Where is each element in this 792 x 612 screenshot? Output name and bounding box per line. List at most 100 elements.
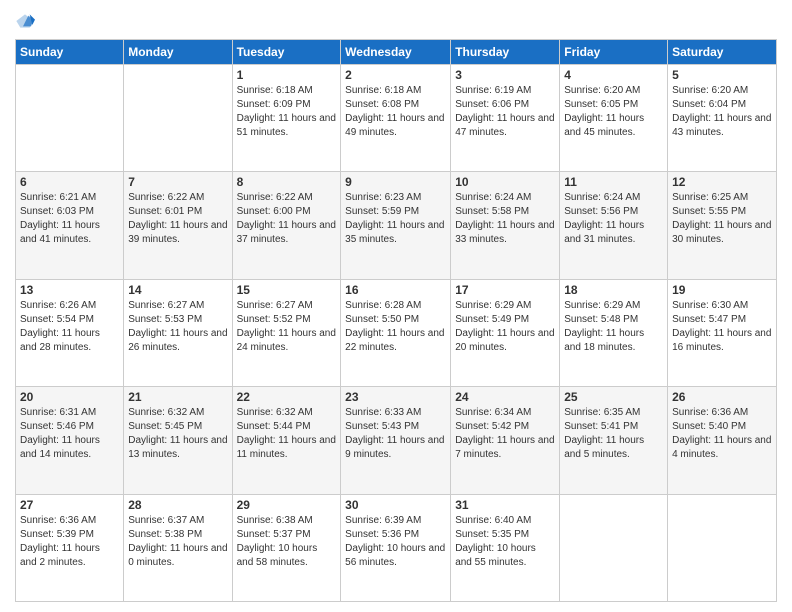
day-number: 21 [128,390,227,404]
col-header-wednesday: Wednesday [341,40,451,65]
calendar-cell [560,494,668,601]
calendar-cell: 18Sunrise: 6:29 AM Sunset: 5:48 PM Dayli… [560,279,668,386]
day-info: Sunrise: 6:27 AM Sunset: 5:53 PM Dayligh… [128,299,227,355]
day-number: 27 [20,498,119,512]
calendar-cell: 23 Sunrise: 6:33 AM Sunset: 5:43 PM Dayli… [341,387,451,494]
day-info: Sunrise: 6:24 AM Sunset: 5:58 PM Dayligh… [455,191,555,247]
calendar-cell: 15 Sunrise: 6:27 AM Sunset: 5:52 PM Dayli… [232,279,341,386]
col-header-tuesday: Tuesday [232,40,341,65]
calendar-cell: 12 Sunrise: 6:25 AM Sunset: 5:55 PM Dayli… [668,172,777,279]
day-info: Sunrise: 6:40 AM Sunset: 5:35 PM Dayligh… [455,514,555,570]
day-info: Sunrise: 6:22 AM Sunset: 6:01 PM Dayligh… [128,191,227,247]
calendar-cell: 3 Sunrise: 6:19 AM Sunset: 6:06 PM Daylig… [451,65,560,172]
day-info: Sunrise: 6:38 AM Sunset: 5:37 PM Dayligh… [237,514,337,570]
calendar-cell [124,65,232,172]
day-info: Sunrise: 6:22 AM Sunset: 6:00 PM Dayligh… [237,191,337,247]
calendar-cell: 7 Sunrise: 6:22 AM Sunset: 6:01 PM Daylig… [124,172,232,279]
day-number: 19 [672,283,772,297]
day-info: Sunrise: 6:29 AM Sunset: 5:48 PM Dayligh… [564,299,663,355]
calendar-cell: 28 Sunrise: 6:37 AM Sunset: 5:38 PM Dayli… [124,494,232,601]
calendar-cell: 22 Sunrise: 6:32 AM Sunset: 5:44 PM Dayli… [232,387,341,494]
day-number: 25 [564,390,663,404]
calendar-cell: 11 Sunrise: 6:24 AM Sunset: 5:56 PM Dayli… [560,172,668,279]
calendar-cell: 24 Sunrise: 6:34 AM Sunset: 5:42 PM Dayli… [451,387,560,494]
calendar-cell: 14 Sunrise: 6:27 AM Sunset: 5:53 PM Dayli… [124,279,232,386]
logo-icon [15,11,35,31]
day-info: Sunrise: 6:39 AM Sunset: 5:36 PM Dayligh… [345,514,446,570]
day-number: 30 [345,498,446,512]
day-number: 6 [20,175,119,189]
calendar-cell: 29 Sunrise: 6:38 AM Sunset: 5:37 PM Dayli… [232,494,341,601]
day-number: 2 [345,68,446,82]
calendar-cell: 8 Sunrise: 6:22 AM Sunset: 6:00 PM Daylig… [232,172,341,279]
day-number: 8 [237,175,337,189]
day-info: Sunrise: 6:32 AM Sunset: 5:44 PM Dayligh… [237,406,337,462]
day-info: Sunrise: 6:20 AM Sunset: 6:04 PM Dayligh… [672,84,772,140]
day-info: Sunrise: 6:36 AM Sunset: 5:39 PM Dayligh… [20,514,119,570]
calendar-cell [16,65,124,172]
day-number: 17 [455,283,555,297]
day-info: Sunrise: 6:18 AM Sunset: 6:09 PM Dayligh… [237,84,337,140]
day-info: Sunrise: 6:33 AM Sunset: 5:43 PM Dayligh… [345,406,446,462]
calendar-cell: 30 Sunrise: 6:39 AM Sunset: 5:36 PM Dayli… [341,494,451,601]
day-number: 29 [237,498,337,512]
calendar-table: SundayMondayTuesdayWednesdayThursdayFrid… [15,39,777,602]
calendar-cell: 10 Sunrise: 6:24 AM Sunset: 5:58 PM Dayli… [451,172,560,279]
calendar-cell [668,494,777,601]
day-info: Sunrise: 6:31 AM Sunset: 5:46 PM Dayligh… [20,406,119,462]
day-number: 10 [455,175,555,189]
day-info: Sunrise: 6:27 AM Sunset: 5:52 PM Dayligh… [237,299,337,355]
day-number: 9 [345,175,446,189]
day-info: Sunrise: 6:18 AM Sunset: 6:08 PM Dayligh… [345,84,446,140]
calendar-cell: 2 Sunrise: 6:18 AM Sunset: 6:08 PM Daylig… [341,65,451,172]
day-number: 5 [672,68,772,82]
day-info: Sunrise: 6:34 AM Sunset: 5:42 PM Dayligh… [455,406,555,462]
day-number: 12 [672,175,772,189]
calendar-cell: 21 Sunrise: 6:32 AM Sunset: 5:45 PM Dayli… [124,387,232,494]
day-number: 23 [345,390,446,404]
day-number: 1 [237,68,337,82]
calendar-cell: 4 Sunrise: 6:20 AM Sunset: 6:05 PM Daylig… [560,65,668,172]
calendar-cell: 1 Sunrise: 6:18 AM Sunset: 6:09 PM Daylig… [232,65,341,172]
day-number: 7 [128,175,227,189]
calendar-cell: 5 Sunrise: 6:20 AM Sunset: 6:04 PM Daylig… [668,65,777,172]
day-info: Sunrise: 6:20 AM Sunset: 6:05 PM Dayligh… [564,84,663,140]
calendar-cell: 19Sunrise: 6:30 AM Sunset: 5:47 PM Dayli… [668,279,777,386]
day-info: Sunrise: 6:19 AM Sunset: 6:06 PM Dayligh… [455,84,555,140]
day-info: Sunrise: 6:25 AM Sunset: 5:55 PM Dayligh… [672,191,772,247]
calendar-cell: 9 Sunrise: 6:23 AM Sunset: 5:59 PM Daylig… [341,172,451,279]
day-number: 24 [455,390,555,404]
day-number: 31 [455,498,555,512]
day-number: 3 [455,68,555,82]
day-info: Sunrise: 6:35 AM Sunset: 5:41 PM Dayligh… [564,406,663,462]
day-number: 22 [237,390,337,404]
day-number: 15 [237,283,337,297]
day-info: Sunrise: 6:21 AM Sunset: 6:03 PM Dayligh… [20,191,119,247]
day-number: 4 [564,68,663,82]
logo [15,10,37,31]
day-number: 26 [672,390,772,404]
calendar-cell: 13 Sunrise: 6:26 AM Sunset: 5:54 PM Dayli… [16,279,124,386]
col-header-thursday: Thursday [451,40,560,65]
calendar-cell: 31 Sunrise: 6:40 AM Sunset: 5:35 PM Dayli… [451,494,560,601]
calendar-cell: 27 Sunrise: 6:36 AM Sunset: 5:39 PM Dayli… [16,494,124,601]
day-number: 13 [20,283,119,297]
calendar-cell: 20Sunrise: 6:31 AM Sunset: 5:46 PM Dayli… [16,387,124,494]
calendar-cell: 16Sunrise: 6:28 AM Sunset: 5:50 PM Dayli… [341,279,451,386]
day-info: Sunrise: 6:28 AM Sunset: 5:50 PM Dayligh… [345,299,446,355]
col-header-monday: Monday [124,40,232,65]
calendar-cell: 25 Sunrise: 6:35 AM Sunset: 5:41 PM Dayli… [560,387,668,494]
day-number: 28 [128,498,227,512]
day-info: Sunrise: 6:29 AM Sunset: 5:49 PM Dayligh… [455,299,555,355]
day-info: Sunrise: 6:24 AM Sunset: 5:56 PM Dayligh… [564,191,663,247]
day-info: Sunrise: 6:23 AM Sunset: 5:59 PM Dayligh… [345,191,446,247]
day-info: Sunrise: 6:37 AM Sunset: 5:38 PM Dayligh… [128,514,227,570]
day-info: Sunrise: 6:32 AM Sunset: 5:45 PM Dayligh… [128,406,227,462]
col-header-saturday: Saturday [668,40,777,65]
calendar-cell: 17 Sunrise: 6:29 AM Sunset: 5:49 PM Dayli… [451,279,560,386]
col-header-sunday: Sunday [16,40,124,65]
day-info: Sunrise: 6:26 AM Sunset: 5:54 PM Dayligh… [20,299,119,355]
day-number: 14 [128,283,227,297]
calendar-cell: 6 Sunrise: 6:21 AM Sunset: 6:03 PM Daylig… [16,172,124,279]
day-number: 11 [564,175,663,189]
